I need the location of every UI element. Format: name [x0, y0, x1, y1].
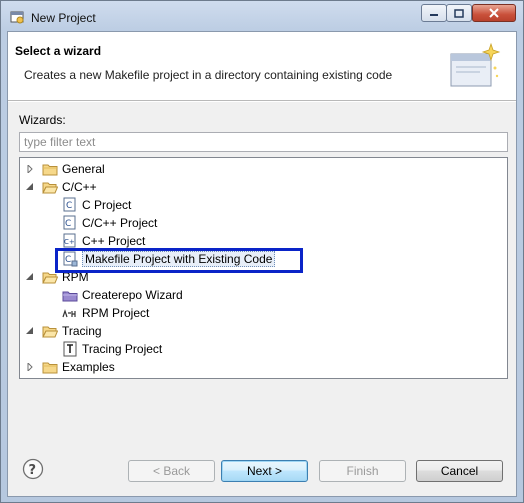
maximize-icon — [454, 8, 464, 18]
title-bar[interactable]: New Project — [1, 1, 523, 34]
banner-description: Creates a new Makefile project in a dire… — [24, 68, 393, 82]
tree-item-label: Tracing — [62, 324, 102, 338]
tracing-project-icon — [63, 341, 77, 357]
maximize-button[interactable] — [446, 4, 472, 22]
tree-item-label: Tracing Project — [82, 342, 163, 356]
cpp-project-icon: C+ — [63, 233, 76, 248]
tree-item-createrepo-wizard[interactable]: Createrepo Wizard — [62, 286, 183, 304]
tree-item-label: Examples — [62, 360, 115, 374]
makefile-project-icon: C — [63, 251, 78, 267]
wizards-label: Wizards: — [19, 113, 66, 127]
help-icon[interactable]: ? — [22, 458, 44, 480]
tree-item-label: General — [62, 162, 105, 176]
createrepo-icon — [62, 291, 78, 302]
new-wizard-icon — [450, 42, 501, 87]
tree-item-rpm-project[interactable]: RPM Project — [62, 304, 149, 322]
chevron-right-icon[interactable] — [26, 363, 34, 371]
tree-item-makefile-project[interactable]: C Makefile Project with Existing Code — [62, 250, 276, 268]
tree-item-rpm[interactable]: RPM — [26, 268, 89, 286]
dialog-content: Select a wizard Creates a new Makefile p… — [7, 31, 517, 497]
folder-icon — [42, 164, 58, 176]
finish-button[interactable]: Finish — [319, 460, 406, 482]
tree-item-c-cpp[interactable]: C/C++ — [26, 178, 97, 196]
folder-open-icon — [42, 272, 58, 284]
close-button[interactable] — [472, 4, 516, 22]
eclipse-window-icon — [10, 11, 24, 24]
tree-item-c-project[interactable]: C C Project — [62, 196, 131, 214]
wizard-tree[interactable]: General C/C++ C C Project C C/C++ Projec… — [19, 157, 508, 379]
tree-item-label: C Project — [82, 198, 132, 212]
tree-item-label: RPM — [62, 270, 89, 284]
tree-item-label: C/C++ Project — [82, 216, 158, 230]
filter-input[interactable] — [19, 132, 508, 152]
chevron-down-icon[interactable] — [26, 183, 34, 191]
back-button[interactable]: < Back — [128, 460, 215, 482]
rpm-project-icon — [62, 309, 76, 318]
tree-item-tracing[interactable]: Tracing — [26, 322, 102, 340]
tree-item-tracing-project[interactable]: Tracing Project — [62, 340, 162, 358]
window-title: New Project — [31, 11, 96, 25]
banner-title: Select a wizard — [15, 44, 102, 58]
svg-text:C: C — [66, 201, 72, 211]
tree-item-label: C++ Project — [82, 234, 146, 248]
close-icon — [489, 8, 499, 18]
svg-text:C: C — [65, 219, 71, 229]
tree-item-label: RPM Project — [82, 306, 150, 320]
svg-text:C: C — [65, 255, 71, 265]
tree-item-c-cpp-project[interactable]: C C/C++ Project — [62, 214, 157, 232]
cancel-button[interactable]: Cancel — [416, 460, 503, 482]
next-button[interactable]: Next > — [221, 460, 308, 482]
cpp-project-icon: C — [63, 215, 76, 230]
tree-item-label: Makefile Project with Existing Code — [82, 251, 276, 267]
banner-divider — [8, 101, 516, 102]
minimize-button[interactable] — [421, 4, 447, 22]
new-project-dialog: New Project Select a wizard Creates a ne… — [0, 0, 524, 503]
tree-item-label: C/C++ — [62, 180, 97, 194]
chevron-down-icon[interactable] — [26, 327, 34, 335]
minimize-icon — [430, 14, 438, 16]
folder-open-icon — [42, 326, 58, 338]
tree-item-cpp-project[interactable]: C+ C++ Project — [62, 232, 145, 250]
tree-item-examples[interactable]: Examples — [26, 358, 115, 376]
svg-text:C+: C+ — [64, 238, 75, 246]
folder-icon — [42, 362, 58, 374]
svg-text:?: ? — [29, 463, 37, 478]
tree-item-general[interactable]: General — [26, 160, 105, 178]
c-project-icon: C — [63, 197, 76, 212]
chevron-right-icon[interactable] — [26, 165, 34, 173]
chevron-down-icon[interactable] — [26, 273, 34, 281]
folder-open-icon — [42, 182, 58, 194]
wizard-banner: Select a wizard Creates a new Makefile p… — [8, 32, 516, 101]
tree-item-label: Createrepo Wizard — [82, 288, 183, 302]
